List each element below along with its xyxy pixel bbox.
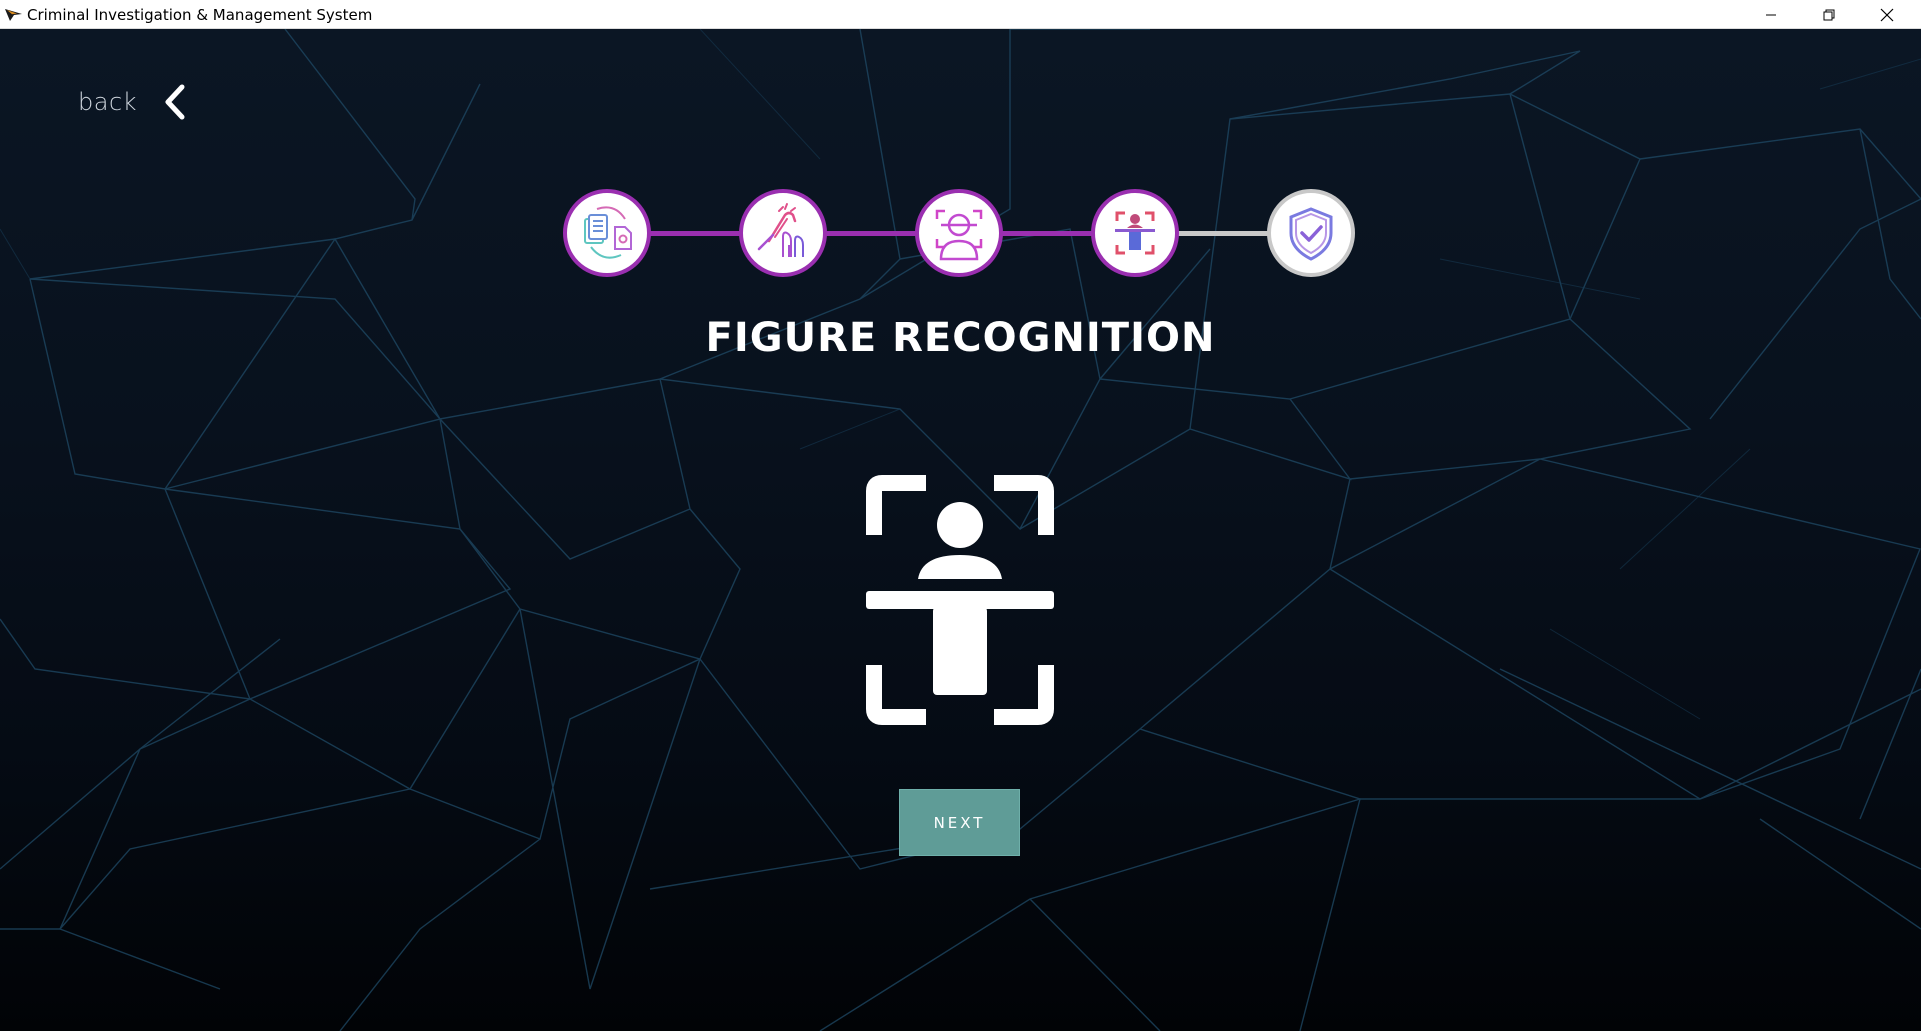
window-title: Criminal Investigation & Management Syst… — [27, 6, 373, 24]
restore-button[interactable] — [1800, 0, 1858, 29]
fingerprint-hand-icon — [757, 203, 804, 257]
app-logo-icon — [5, 9, 22, 21]
step-documents[interactable] — [563, 189, 651, 277]
step-connector — [1002, 231, 1102, 236]
step-figure[interactable] — [1091, 189, 1179, 277]
close-icon — [1880, 8, 1894, 21]
face-scan-icon — [935, 209, 983, 261]
close-button[interactable] — [1858, 0, 1916, 29]
back-button[interactable]: back — [78, 80, 187, 124]
step-fingerprint[interactable] — [739, 189, 827, 277]
step-face[interactable] — [915, 189, 1003, 277]
chevron-left-icon — [165, 84, 185, 120]
step-verify[interactable] — [1267, 189, 1355, 277]
minimize-button[interactable] — [1742, 0, 1800, 29]
figure-scan-hero-icon — [866, 475, 1054, 725]
next-button[interactable]: NEXT — [899, 789, 1020, 856]
step-connector — [826, 231, 926, 236]
window-titlebar: Criminal Investigation & Management Syst… — [0, 0, 1921, 29]
main-panel: back FIGURE RECOGNITION NEXT — [0, 29, 1921, 1031]
minimize-icon — [1766, 14, 1776, 15]
restore-icon — [1823, 9, 1835, 20]
step-connector — [650, 231, 750, 236]
page-title: FIGURE RECOGNITION — [705, 315, 1216, 361]
documents-sync-icon — [584, 206, 632, 259]
shield-check-icon — [1289, 207, 1333, 261]
step-connector — [1178, 231, 1278, 236]
back-label: back — [78, 88, 138, 116]
figure-scan-icon — [1115, 211, 1155, 255]
